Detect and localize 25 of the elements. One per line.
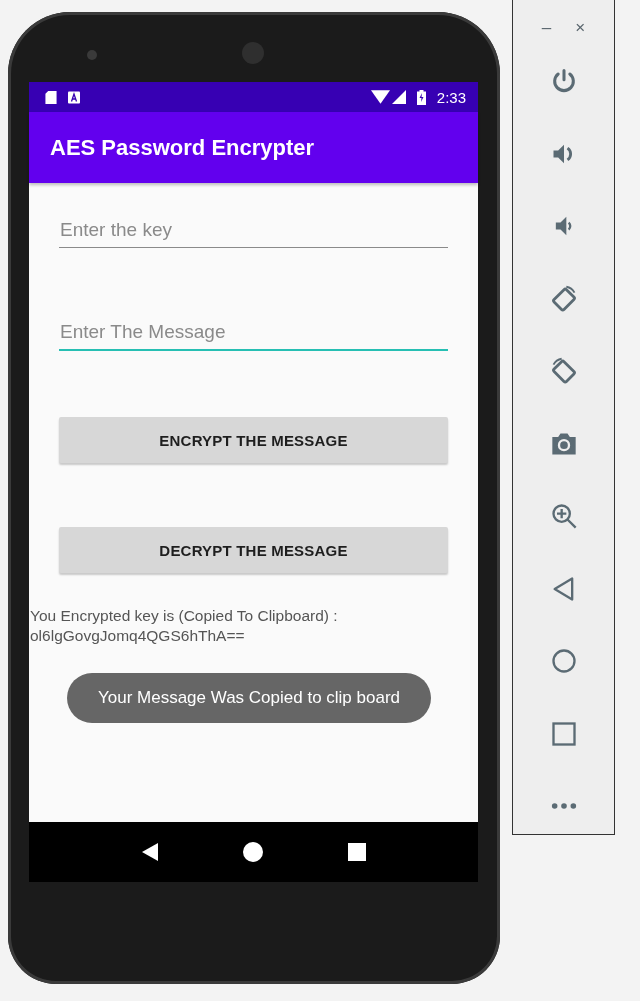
front-camera-lens: [87, 50, 97, 60]
notification-icon: [68, 90, 80, 104]
result-label: You Encrypted key is (Copied To Clipboard) :: [30, 606, 339, 626]
status-time: 2:33: [436, 88, 466, 106]
toast-message: Your Message Was Copied to clip board: [66, 673, 432, 723]
home-icon[interactable]: [242, 842, 263, 862]
action-button[interactable]: ENCRYPT THE MESSAGE: [59, 417, 448, 463]
rotate-icon[interactable]: [549, 284, 578, 313]
overview-icon[interactable]: [347, 843, 366, 861]
text-field[interactable]: Enter The Message: [59, 317, 448, 351]
close-button[interactable]: ×: [575, 18, 586, 38]
battery-icon: [416, 89, 426, 105]
action-button[interactable]: DECRYPT THE MESSAGE: [59, 527, 448, 573]
minimize-button[interactable]: –: [541, 18, 552, 38]
rotate-icon[interactable]: [549, 357, 578, 385]
signal-icon: [391, 90, 406, 104]
wifi-icon: [370, 90, 390, 104]
text-field[interactable]: Enter the key: [59, 215, 448, 248]
app-title: AES Password Encrypter: [50, 134, 315, 161]
zoom-in-icon[interactable]: [549, 502, 578, 530]
square-icon[interactable]: [549, 719, 578, 748]
circle-icon[interactable]: [549, 647, 578, 675]
encrypted-key-text: ol6lgGovgJomq4QGS6hThA==: [30, 626, 246, 646]
back-icon[interactable]: [141, 843, 158, 861]
sd-card-icon: [45, 90, 57, 104]
